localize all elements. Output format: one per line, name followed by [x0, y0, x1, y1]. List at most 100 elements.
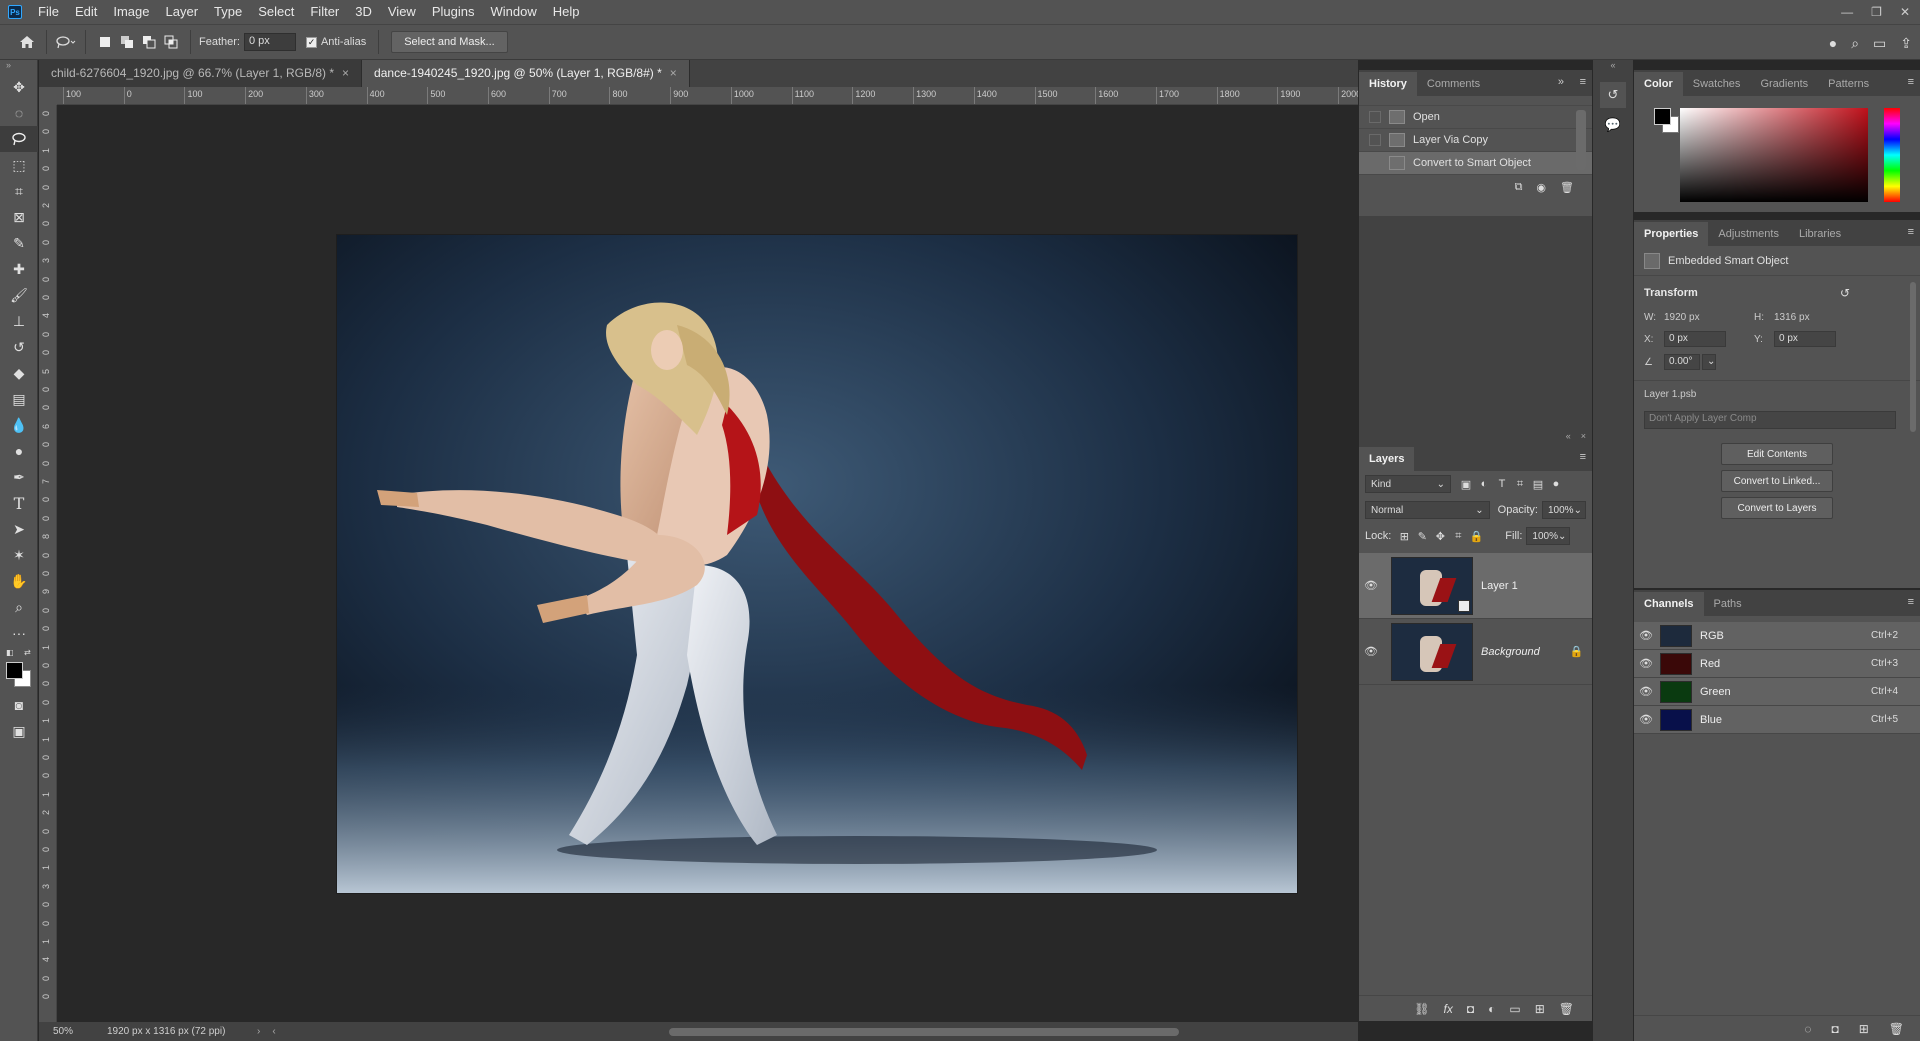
filter-toggle-icon[interactable]: ●: [1547, 475, 1565, 493]
visibility-eye-icon[interactable]: 👁: [1634, 657, 1658, 670]
collapse-panel-icon[interactable]: »: [1558, 76, 1564, 88]
gradient-tool-icon[interactable]: ▤: [0, 386, 38, 412]
layer-lock-icon[interactable]: 🔒: [1570, 645, 1584, 658]
menu-layer[interactable]: Layer: [158, 0, 207, 24]
filter-type-icon[interactable]: T: [1493, 475, 1511, 493]
visibility-eye-icon[interactable]: 👁: [1359, 645, 1383, 658]
panel-menu-icon[interactable]: ≡: [1908, 226, 1914, 238]
swap-colors-icon[interactable]: ⇄: [24, 648, 31, 657]
filter-smart-object-icon[interactable]: ▤: [1529, 475, 1547, 493]
menu-help[interactable]: Help: [545, 0, 588, 24]
delete-channel-icon[interactable]: 🗑: [1889, 1022, 1904, 1036]
tab-child-document[interactable]: child-6276604_1920.jpg @ 66.7% (Layer 1,…: [39, 60, 363, 87]
save-selection-channel-icon[interactable]: ◘: [1831, 1022, 1838, 1036]
tab-properties[interactable]: Properties: [1634, 222, 1709, 246]
x-input[interactable]: 0 px: [1664, 331, 1726, 347]
menu-3d[interactable]: 3D: [347, 0, 380, 24]
panel-menu-icon[interactable]: ≡: [1580, 451, 1586, 463]
new-channel-icon[interactable]: ⊞: [1859, 1022, 1869, 1036]
opacity-input[interactable]: 100% ⌄: [1542, 501, 1586, 519]
link-layers-icon[interactable]: ⛓: [1414, 1002, 1429, 1016]
tab-color[interactable]: Color: [1634, 72, 1683, 96]
brush-tool-icon[interactable]: 🖌: [0, 282, 38, 308]
type-tool-icon[interactable]: T: [0, 490, 38, 516]
y-input[interactable]: 0 px: [1774, 331, 1836, 347]
lock-position-icon[interactable]: ✥: [1431, 527, 1449, 545]
history-scrollbar[interactable]: [1576, 110, 1586, 170]
new-group-icon[interactable]: ▭: [1509, 1002, 1520, 1016]
eraser-tool-icon[interactable]: ◆: [0, 360, 38, 386]
menu-window[interactable]: Window: [482, 0, 544, 24]
edit-toolbar-icon[interactable]: ···: [0, 620, 38, 646]
eyedropper-tool-icon[interactable]: ✎: [0, 230, 38, 256]
edit-contents-button[interactable]: Edit Contents: [1721, 443, 1833, 465]
convert-to-linked-button[interactable]: Convert to Linked...: [1721, 470, 1833, 492]
clone-stamp-tool-icon[interactable]: ⊥: [0, 308, 38, 334]
channel-row-green[interactable]: 👁 Green Ctrl+4: [1634, 678, 1920, 706]
channel-row-red[interactable]: 👁 Red Ctrl+3: [1634, 650, 1920, 678]
tab-libraries[interactable]: Libraries: [1789, 222, 1851, 246]
tab-dance-document[interactable]: dance-1940245_1920.jpg @ 50% (Layer 1, R…: [362, 60, 690, 87]
lock-artboard-icon[interactable]: ⌗: [1449, 527, 1467, 545]
panel-menu-icon[interactable]: ≡: [1908, 76, 1914, 88]
pen-tool-icon[interactable]: ✒: [0, 464, 38, 490]
menu-filter[interactable]: Filter: [302, 0, 347, 24]
history-item-open[interactable]: Open: [1359, 106, 1592, 129]
foreground-color-swatch[interactable]: [6, 662, 23, 679]
restore-icon[interactable]: ❐: [1871, 5, 1882, 19]
tab-swatches[interactable]: Swatches: [1683, 72, 1751, 96]
filter-pixel-icon[interactable]: ▣: [1457, 475, 1475, 493]
layer-comp-dropdown[interactable]: Don't Apply Layer Comp: [1644, 411, 1896, 429]
foreground-color-swatch[interactable]: [1654, 108, 1671, 125]
blur-tool-icon[interactable]: 💧: [0, 412, 38, 438]
toolbar-collapse-icon[interactable]: »: [0, 60, 37, 74]
workspace-icon[interactable]: ▭: [1873, 35, 1886, 52]
tab-adjustments[interactable]: Adjustments: [1708, 222, 1789, 246]
frame-tool-icon[interactable]: ⊠: [0, 204, 38, 230]
add-to-selection-icon[interactable]: [116, 31, 138, 53]
select-and-mask-button[interactable]: Select and Mask...: [391, 31, 508, 53]
default-colors-icon[interactable]: ◧: [6, 648, 14, 657]
delete-layer-icon[interactable]: 🗑: [1559, 1002, 1574, 1016]
history-snapshot-checkbox[interactable]: [1369, 134, 1381, 146]
menu-plugins[interactable]: Plugins: [424, 0, 483, 24]
menu-file[interactable]: File: [30, 0, 67, 24]
close-panel-icon[interactable]: ×: [1581, 431, 1586, 445]
blend-mode-dropdown[interactable]: Normal ⌄: [1365, 501, 1490, 519]
close-tab-icon[interactable]: ×: [670, 66, 677, 80]
angle-input[interactable]: 0.00°: [1664, 354, 1700, 370]
document-info[interactable]: 1920 px x 1316 px (72 ppi): [87, 1026, 247, 1037]
tab-history[interactable]: History: [1359, 72, 1417, 96]
crop-tool-icon[interactable]: ⌗: [0, 178, 38, 204]
shape-tool-icon[interactable]: ✶: [0, 542, 38, 568]
share-icon[interactable]: ⇪: [1900, 35, 1912, 52]
lock-image-icon[interactable]: ✎: [1413, 527, 1431, 545]
hand-tool-icon[interactable]: ✋: [0, 568, 38, 594]
menu-image[interactable]: Image: [105, 0, 157, 24]
search-icon[interactable]: ⌕: [1851, 35, 1859, 52]
filter-adjustment-icon[interactable]: ◐: [1475, 475, 1493, 493]
history-item-convert-smart-object[interactable]: Convert to Smart Object: [1359, 152, 1592, 175]
feather-input[interactable]: 0 px: [243, 33, 296, 51]
new-selection-icon[interactable]: [94, 31, 116, 53]
healing-brush-tool-icon[interactable]: ✚: [0, 256, 38, 282]
cloud-account-icon[interactable]: ●: [1829, 35, 1837, 51]
menu-select[interactable]: Select: [250, 0, 302, 24]
channel-row-blue[interactable]: 👁 Blue Ctrl+5: [1634, 706, 1920, 734]
close-tab-icon[interactable]: ×: [342, 66, 349, 80]
menu-edit[interactable]: Edit: [67, 0, 105, 24]
layer-filter-dropdown[interactable]: Kind ⌄: [1365, 475, 1451, 493]
layer-name[interactable]: Background: [1481, 646, 1540, 658]
filter-shape-icon[interactable]: ⌗: [1511, 475, 1529, 493]
collapse-panel-icon[interactable]: «: [1566, 431, 1571, 445]
antialias-checkbox[interactable]: ✓: [305, 36, 317, 48]
path-selection-tool-icon[interactable]: ➤: [0, 516, 38, 542]
new-document-from-state-icon[interactable]: ⧉: [1515, 181, 1523, 194]
visibility-eye-icon[interactable]: 👁: [1359, 579, 1383, 592]
channel-row-rgb[interactable]: 👁 RGB Ctrl+2: [1634, 622, 1920, 650]
width-value[interactable]: 1920 px: [1664, 312, 1754, 323]
add-mask-icon[interactable]: ◘: [1467, 1002, 1474, 1016]
history-brush-tool-icon[interactable]: ↺: [0, 334, 38, 360]
history-snapshot-checkbox[interactable]: [1369, 111, 1381, 123]
layer-name[interactable]: Layer 1: [1481, 580, 1518, 592]
